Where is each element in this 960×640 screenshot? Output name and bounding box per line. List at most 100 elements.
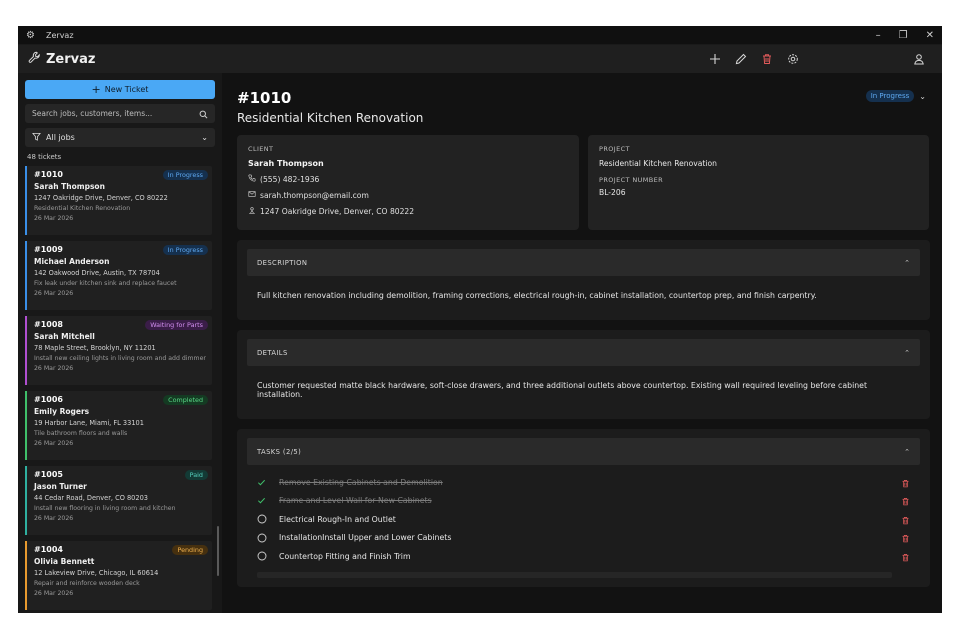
chevron-down-icon: ⌄ [201,133,208,142]
ticket-description: Tile bathroom floors and walls [34,430,128,437]
app-name: Zervaz [46,51,96,67]
ticket-card-1008[interactable]: #1008 Waiting for Parts Sarah Mitchell 7… [25,316,212,385]
delete-task-icon[interactable] [901,547,910,566]
ticket-date: 26 Mar 2026 [34,290,74,297]
client-email[interactable]: sarah.thompson@email.com [260,191,369,200]
details-text: Customer requested matte black hardware,… [257,381,868,399]
ticket-card-1010[interactable]: #1010 In Progress Sarah Thompson 1247 Oa… [25,166,212,235]
client-phone[interactable]: (555) 482-1936 [260,175,319,184]
settings-icon[interactable] [786,52,800,66]
ticket-card-1006[interactable]: #1006 Completed Emily Rogers 19 Harbor L… [25,391,212,460]
task-item[interactable]: Countertop Fitting and Finish Trim [247,547,920,566]
project-number-label: PROJECT NUMBER [599,176,664,184]
ticket-card-1005[interactable]: #1005 Paid Jason Turner 44 Cedar Road, D… [25,466,212,535]
ticket-list: #1010 In Progress Sarah Thompson 1247 Oa… [25,166,215,610]
ticket-detail: #1010 Residential Kitchen Renovation In … [222,73,942,613]
details-header[interactable]: DETAILS ⌃ [247,339,920,366]
edit-icon[interactable] [734,52,748,66]
task-status-icon[interactable] [257,551,273,561]
description-header[interactable]: DESCRIPTION ⌃ [247,249,920,276]
ticket-date: 26 Mar 2026 [34,515,74,522]
ticket-customer: Jason Turner [34,482,87,491]
delete-task-icon[interactable] [901,528,910,547]
ticket-description: Residential Kitchen Renovation [34,205,131,212]
ticket-customer: Michael Anderson [34,257,110,266]
job-filter-select[interactable]: All jobs ⌄ [25,128,215,147]
tasks-header[interactable]: TASKS (2/5) ⌃ [247,438,920,465]
ticket-card-1004[interactable]: #1004 Pending Olivia Bennett 12 Lakeview… [25,541,212,610]
close-icon[interactable]: ✕ [926,30,934,41]
ticket-customer: Sarah Thompson [34,182,105,191]
ticket-address: 19 Harbor Lane, Miami, FL 33101 [34,419,144,427]
plus-icon: + [91,83,101,96]
add-task-input[interactable] [257,571,892,578]
details-section: DETAILS ⌃ Customer requested matte black… [237,330,930,419]
phone-icon [248,174,256,184]
ticket-customer: Sarah Mitchell [34,332,95,341]
header-toolbar [708,52,800,66]
delete-task-icon[interactable] [901,510,910,529]
ticket-address: 1247 Oakridge Drive, Denver, CO 80222 [34,194,168,202]
task-item[interactable]: Frame and Level Wall for New Cabinets [247,492,920,511]
wrench-icon [28,51,41,67]
ticket-address: 44 Cedar Road, Denver, CO 80203 [34,494,148,502]
status-dropdown[interactable]: In Progress ⌄ [865,90,926,102]
chevron-up-icon: ⌃ [904,258,910,267]
search-input[interactable] [32,109,199,118]
description-section: DESCRIPTION ⌃ Full kitchen renovation in… [237,240,930,320]
task-status-icon[interactable] [257,533,273,543]
ticket-customer: Emily Rogers [34,407,90,416]
status-color-bar [25,166,27,235]
task-item[interactable]: InstallationInstall Upper and Lower Cabi… [247,529,920,548]
description-title: DESCRIPTION [257,258,308,267]
ticket-card-1009[interactable]: #1009 In Progress Michael Anderson 142 O… [25,241,212,310]
task-status-icon[interactable] [257,478,273,487]
ticket-title-number: #1010 [237,89,292,107]
client-label: CLIENT [248,145,274,153]
project-card: PROJECT Residential Kitchen Renovation P… [588,135,929,230]
title-bar: ⚙ Zervaz – ❐ ✕ [18,26,942,45]
chevron-down-icon: ⌄ [919,91,926,101]
task-item[interactable]: Electrical Rough-In and Outlet [247,510,920,529]
ticket-address: 78 Maple Street, Brooklyn, NY 11201 [34,344,156,352]
status-color-bar [25,241,27,310]
add-icon[interactable] [708,52,722,66]
task-status-icon[interactable] [257,496,273,505]
task-text: Countertop Fitting and Finish Trim [279,551,411,561]
description-text: Full kitchen renovation including demoli… [257,291,817,300]
ticket-date: 26 Mar 2026 [34,365,74,372]
task-status-icon[interactable] [257,514,273,524]
search-icon[interactable] [199,104,208,123]
ticket-customer: Olivia Bennett [34,557,95,566]
task-text: Remove Existing Cabinets and Demolition [279,477,443,487]
delete-icon[interactable] [760,52,774,66]
task-text: Electrical Rough-In and Outlet [279,514,396,524]
client-name: Sarah Thompson [248,159,324,168]
user-icon[interactable] [912,52,926,66]
status-color-bar [25,316,27,385]
window-controls: – ❐ ✕ [876,30,934,41]
minimize-icon[interactable]: – [876,30,881,41]
tasks-title: TASKS (2/5) [257,447,302,456]
sidebar-scrollbar[interactable] [217,526,219,576]
delete-task-icon[interactable] [901,473,910,492]
task-item[interactable]: Remove Existing Cabinets and Demolition [247,473,920,492]
ticket-date: 26 Mar 2026 [34,215,74,222]
location-icon [248,206,256,216]
details-title: DETAILS [257,348,288,357]
ticket-description: Repair and reinforce wooden deck [34,580,140,587]
mail-icon [248,190,256,200]
new-ticket-label: New Ticket [104,85,149,94]
ticket-date: 26 Mar 2026 [34,590,74,597]
status-pill: In Progress [865,90,915,102]
delete-task-icon[interactable] [901,491,910,510]
window-title: Zervaz [46,30,74,40]
sidebar: + New Ticket All jobs ⌄ 48 tickets [18,73,222,613]
ticket-address: 142 Oakwood Drive, Austin, TX 78704 [34,269,160,277]
ticket-title: Residential Kitchen Renovation [237,111,424,125]
new-ticket-button[interactable]: + New Ticket [25,80,215,99]
status-badge: Waiting for Parts [145,320,208,330]
ticket-description: Fix leak under kitchen sink and replace … [34,280,177,287]
restore-icon[interactable]: ❐ [899,30,908,41]
app-header: Zervaz [18,45,942,73]
